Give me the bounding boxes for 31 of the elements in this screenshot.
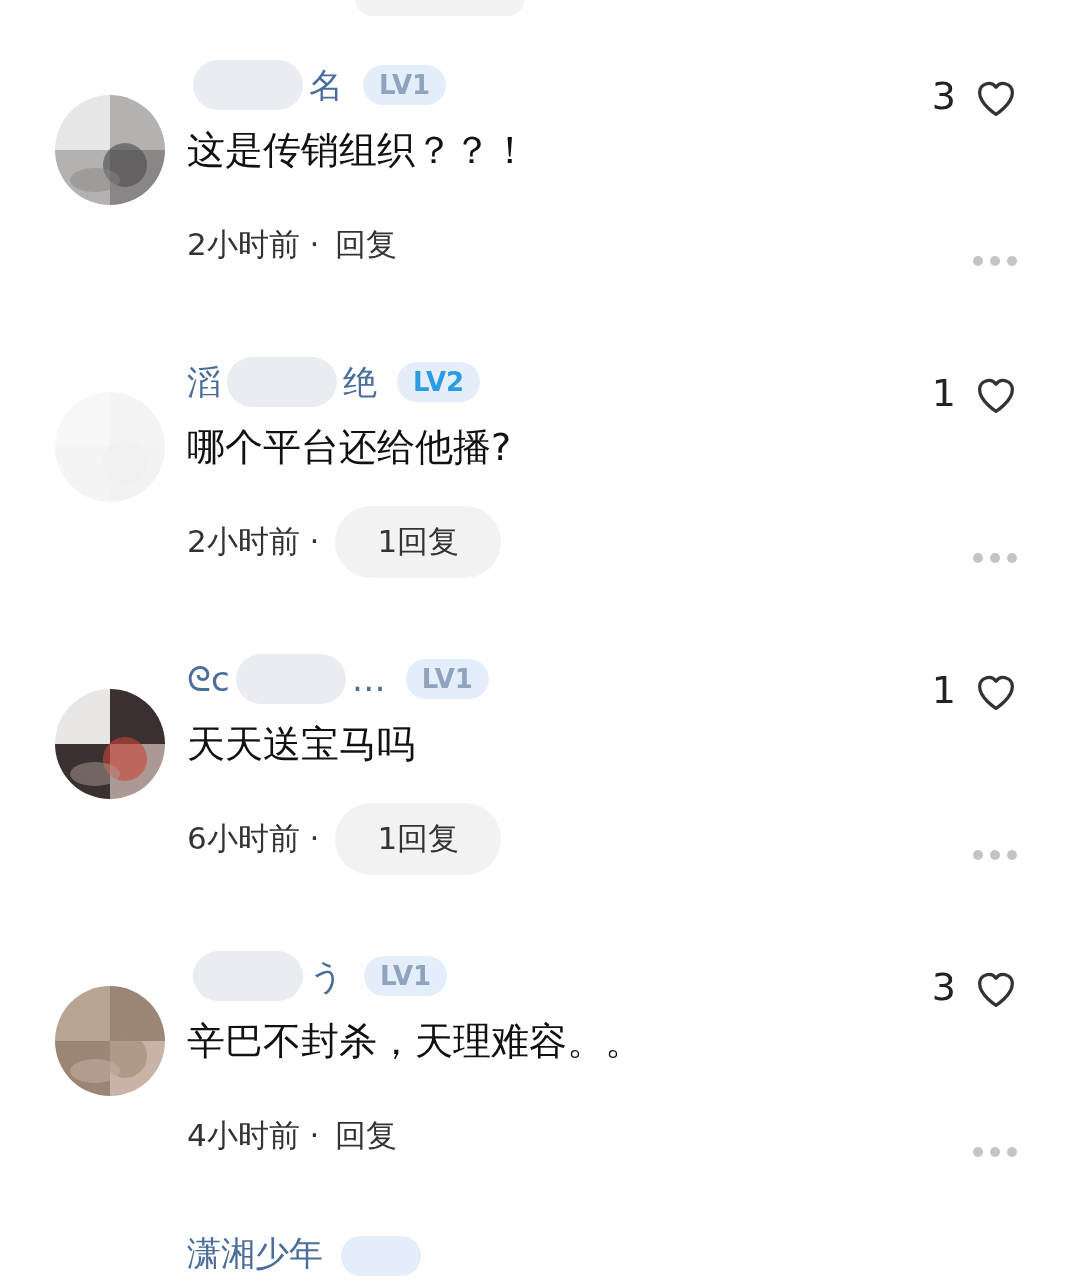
more-icon[interactable] [972,255,1018,267]
username[interactable]: う [309,959,344,993]
level-badge: LV2 [397,361,481,403]
like-count: 1 [931,370,956,417]
reply-button[interactable]: 回复 [335,1112,398,1159]
timestamp: 6小时前 · [187,819,320,859]
like-count: 3 [931,964,956,1011]
level-badge: LV1 [364,955,448,997]
comment-text: 天天送宝马吗 [187,721,416,768]
username[interactable]: 绝 [343,365,377,399]
username[interactable]: 滔 [187,365,221,399]
comment-text: 这是传销组织？？！ [187,127,530,174]
timestamp: 4小时前 · [187,1116,320,1156]
username[interactable]: 潇湘少年 [187,1236,323,1270]
level-badge: LV1 [363,64,447,106]
username[interactable]: ᘓc [187,662,230,696]
replies-button[interactable]: 1回复 [335,802,502,875]
comment-text: 哪个平台还给他播? [187,424,513,471]
level-badge: LV1 [405,658,489,700]
like-count: 1 [931,667,956,714]
comment-text: 辛巴不封杀，天理难容。。 [187,1018,644,1065]
timestamp: 2小时前 · [187,225,320,265]
more-icon[interactable] [972,552,1018,564]
username[interactable]: … [351,662,386,696]
more-icon[interactable] [972,1146,1018,1158]
like-count: 3 [931,73,956,120]
timestamp: 2小时前 · [187,522,320,562]
username[interactable]: 名 [309,68,343,102]
more-icon[interactable] [972,849,1018,861]
replies-button[interactable]: 1回复 [335,505,502,578]
reply-button[interactable]: 回复 [335,221,398,268]
